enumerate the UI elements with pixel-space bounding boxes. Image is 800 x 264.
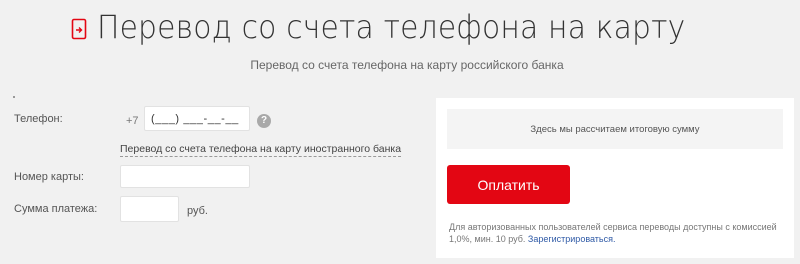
page-title: Перевод со счета телефона на карту	[96, 8, 686, 46]
total-summary: Здесь мы рассчитаем итоговую сумму	[447, 109, 783, 149]
decorative-dot	[13, 96, 15, 98]
card-number-label: Номер карты:	[14, 171, 84, 183]
pay-button[interactable]: Оплатить	[447, 165, 570, 204]
amount-input[interactable]	[120, 196, 179, 222]
currency-label: руб.	[187, 205, 208, 217]
summary-panel: Здесь мы рассчитаем итоговую сумму Оплат…	[436, 98, 794, 258]
phone-prefix: +7	[126, 115, 139, 127]
title-row: Перевод со счета телефона на карту	[0, 8, 800, 46]
phone-input[interactable]: (___) ___-__-__	[144, 106, 250, 131]
amount-label: Сумма платежа:	[14, 203, 98, 215]
register-link[interactable]: Зарегистрироваться.	[528, 234, 616, 244]
phone-transfer-icon	[71, 18, 86, 40]
phone-label: Телефон:	[14, 113, 63, 125]
page-subtitle: Перевод со счета телефона на карту росси…	[250, 58, 564, 72]
help-icon[interactable]: ?	[257, 114, 271, 128]
card-number-input[interactable]	[120, 165, 250, 188]
transfer-page: Перевод со счета телефона на карту Перев…	[0, 0, 800, 264]
foreign-bank-link[interactable]: Перевод со счета телефона на карту иност…	[120, 143, 402, 157]
commission-note: Для авторизованных пользователей сервиса…	[449, 221, 787, 245]
